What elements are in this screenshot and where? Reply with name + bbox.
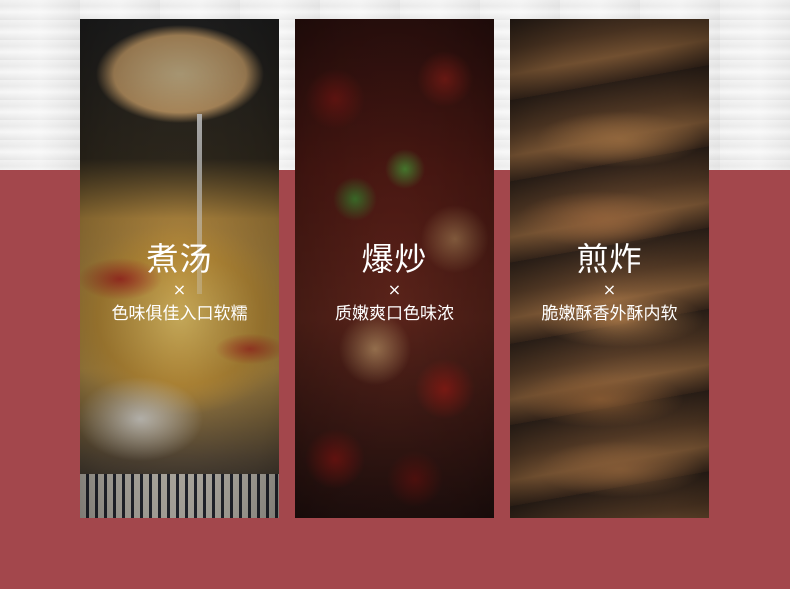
times-mark: ×	[602, 280, 617, 299]
times-mark: ×	[172, 280, 187, 299]
times-mark: ×	[387, 280, 402, 299]
soup-caption: 煮汤 × 色味俱佳入口软糯	[80, 239, 279, 326]
pan-fry-card: 煎炸 × 脆嫩酥香外酥内软	[510, 19, 709, 518]
card-description: 脆嫩酥香外酥内软	[541, 304, 678, 324]
card-title: 爆炒	[361, 240, 428, 278]
stir-fry-caption: 爆炒 × 质嫩爽口色味浓	[295, 239, 494, 326]
soup-card: 煮汤 × 色味俱佳入口软糯	[80, 19, 279, 518]
pan-fry-caption: 煎炸 × 脆嫩酥香外酥内软	[510, 239, 709, 326]
card-description: 色味俱佳入口软糯	[111, 304, 248, 324]
card-title: 煎炸	[576, 240, 643, 278]
card-title: 煮汤	[146, 240, 213, 278]
card-description: 质嫩爽口色味浓	[335, 304, 454, 324]
stir-fry-card: 爆炒 × 质嫩爽口色味浓	[295, 19, 494, 518]
